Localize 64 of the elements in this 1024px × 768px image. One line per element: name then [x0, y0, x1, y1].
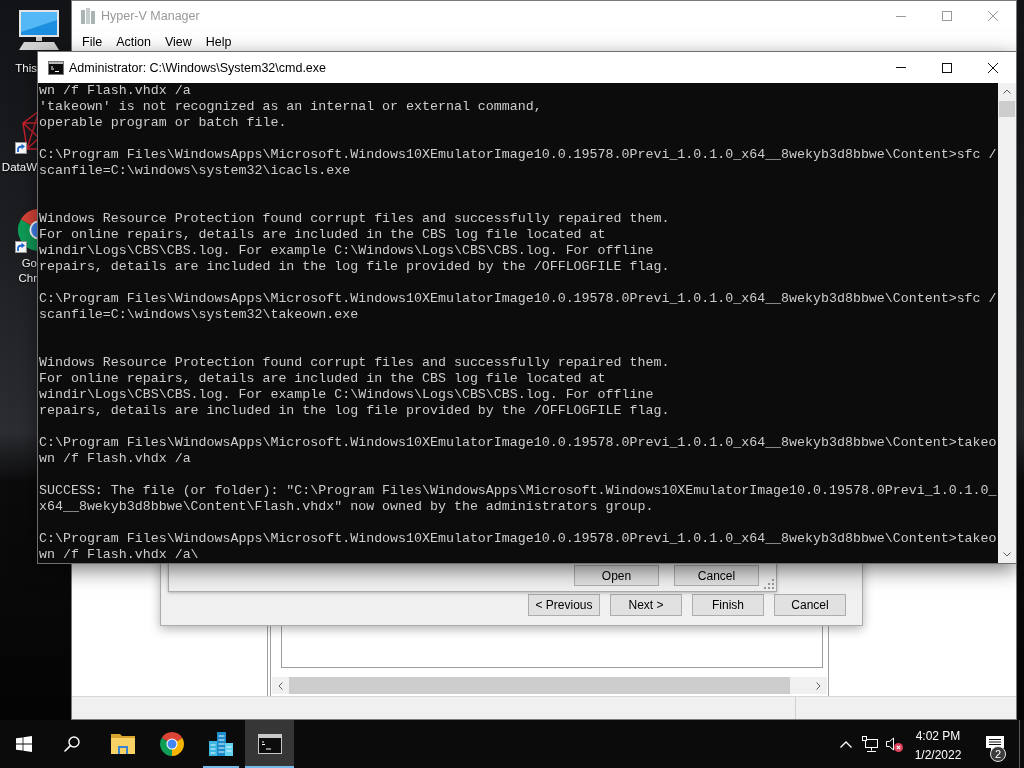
dialog-button[interactable]: Next > [610, 594, 682, 616]
desktop-icon-label[interactable]: This [15, 61, 37, 76]
vertical-scrollbar[interactable] [998, 83, 1016, 563]
console-line: 'takeown' is not recognized as an internal or external command, [39, 99, 542, 115]
menu-item[interactable]: View [157, 32, 199, 51]
console-line: wn /f Flash.vhdx /a\ [39, 547, 199, 563]
dialog-button[interactable]: Cancel [774, 594, 846, 616]
server-rack-icon [80, 8, 96, 24]
console-line: C:\Program Files\WindowsApps\Microsoft.Windows10XEmulatorImage10.0.19578.0Previ_1.0.1.0_x64__8wekyb3d8bbwe\Content>sfc / [39, 147, 997, 163]
windows-logo-icon [16, 736, 32, 752]
console-line: scanfile=C:\windows\system32\takeown.exe [39, 307, 359, 323]
network-icon [862, 736, 878, 752]
dialog-button[interactable]: Open [574, 565, 659, 586]
console-line: Windows Resource Protection found corrupt files and successfully repaired them. [39, 355, 670, 371]
menu-item[interactable]: File [75, 32, 110, 51]
notification-count: 2 [990, 746, 1006, 762]
mesh-shortcut-icon[interactable] [15, 109, 38, 155]
chevron-up-icon [840, 740, 852, 748]
console-line: For online repairs, details are included in the CBS log file located at [39, 371, 606, 387]
maximize-icon [942, 11, 952, 21]
menu-item[interactable]: Action [109, 32, 158, 51]
minimize-icon [896, 67, 906, 68]
console-line: C:\Program Files\WindowsApps\Microsoft.Windows10XEmulatorImage10.0.19578.0Previ_1.0.1.0_x64__8wekyb3d8bbwe\Content>takeo [39, 531, 997, 547]
maximize-icon [942, 62, 952, 73]
terminal-icon [48, 60, 64, 75]
notifications-button[interactable]: 2 [970, 720, 1019, 768]
console-line: operable program or batch file. [39, 115, 287, 131]
desktop-icon-label[interactable]: DataW [1, 160, 37, 175]
buildings-icon[interactable] [208, 732, 233, 756]
dialog-button[interactable]: Cancel [674, 565, 759, 586]
taskbar-app-button[interactable] [245, 720, 294, 768]
console-line: SUCCESS: The file (or folder): "C:\Program Files\WindowsApps\Microsoft.Windows10XEmulatorImage10.0.19578.0Previ_1.0.1.0_ [39, 483, 997, 499]
clock-button[interactable]: 4:02 PM 1/2/2022 [906, 720, 970, 768]
chevron-left-icon [278, 681, 283, 690]
resize-grip-icon[interactable] [764, 579, 774, 589]
folder-icon[interactable] [110, 734, 135, 754]
browser-icon[interactable] [159, 732, 184, 756]
chevron-up-icon [1003, 89, 1011, 94]
window-title: Hyper-V Manager [101, 9, 200, 23]
console-line: scanfile=C:\windows\system32\icacls.exe [39, 163, 351, 179]
console-line: C:\Program Files\WindowsApps\Microsoft.Windows10XEmulatorImage10.0.19578.0Previ_1.0.1.0_x64__8wekyb3d8bbwe\Content>sfc / [39, 291, 997, 307]
console-line: repairs, details are included in the log file provided by the /OFFLOGFILE flag. [39, 259, 670, 275]
console-line: windir\Logs\CBS\CBS.log. For example C:\Windows\Logs\CBS\CBS.log. For offline [39, 387, 654, 403]
desktop-icon-label[interactable]: Go Chr [18, 256, 37, 286]
console-line: x64__8wekyb3d8bbwe\Content\Flash.vhdx" now owned by the administrators group. [39, 499, 654, 515]
terminal-icon[interactable] [257, 734, 282, 754]
minimize-icon [896, 15, 906, 17]
scroll-thumb[interactable] [999, 101, 1015, 117]
console-line: wn /f Flash.vhdx /a [39, 83, 191, 99]
console-line: wn /f Flash.vhdx /a [39, 451, 191, 467]
console-line: C:\Program Files\WindowsApps\Microsoft.Windows10XEmulatorImage10.0.19578.0Previ_1.0.1.0_x64__8wekyb3d8bbwe\Content>takeo [39, 435, 997, 451]
dialog-button[interactable]: Finish [692, 594, 764, 616]
close-icon [988, 11, 998, 21]
window-title: Administrator: C:\Windows\System32\cmd.exe [69, 60, 327, 75]
console-line: repairs, details are included in the log file provided by the /OFFLOGFILE flag. [39, 403, 670, 419]
chevron-down-icon [1003, 552, 1011, 557]
dialog-button[interactable]: < Previous [528, 594, 600, 616]
console-line: For online repairs, details are included in the CBS log file located at [39, 227, 606, 243]
console-line: Windows Resource Protection found corrupt files and successfully repaired them. [39, 211, 670, 227]
close-icon [988, 62, 998, 73]
chevron-right-icon [816, 681, 821, 690]
console-line: windir\Logs\CBS\CBS.log. For example C:\Windows\Logs\CBS\CBS.log. For offline [39, 243, 654, 259]
search-icon [64, 736, 80, 752]
menu-item[interactable]: Help [198, 32, 239, 51]
